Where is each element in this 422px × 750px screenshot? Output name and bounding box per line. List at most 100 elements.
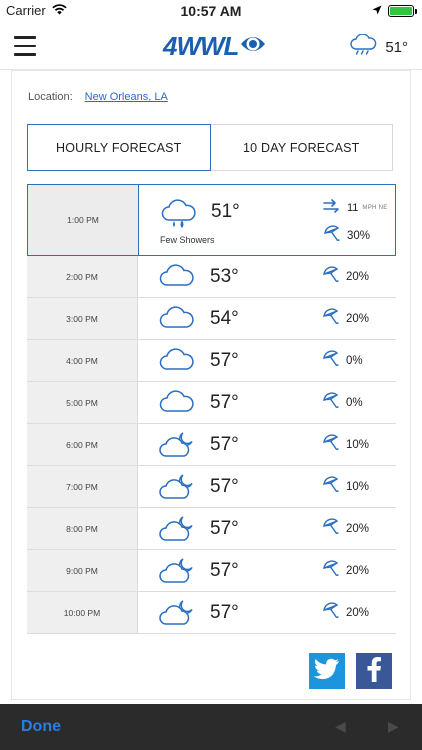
precip-chance: 0% <box>346 354 363 367</box>
cloud-icon <box>159 263 195 294</box>
cloud-moon-icon <box>159 599 195 632</box>
umbrella-icon <box>322 560 340 581</box>
status-right <box>372 3 417 18</box>
tab-hourly-forecast[interactable]: HOURLY FORECAST <box>27 124 211 171</box>
precip-info: 20% <box>322 266 369 287</box>
hourly-row[interactable]: 6:00 PM 57° 10% <box>27 424 396 466</box>
precip-info: 20% <box>322 560 369 581</box>
menu-bar <box>14 53 36 56</box>
hour-temp: 57° <box>210 434 239 455</box>
wind-info: 11 MPH NE <box>323 199 388 216</box>
forecast-card: Location: New Orleans, LA HOURLY FORECAS… <box>11 70 411 700</box>
hourly-row[interactable]: 2:00 PM 53° 20% <box>27 256 396 298</box>
cloud-moon-icon <box>159 515 195 548</box>
status-bar: Carrier 10:57 AM <box>0 0 422 22</box>
facebook-share-button[interactable] <box>356 653 392 689</box>
hour-temp: 57° <box>210 560 239 581</box>
hour-info: 57° 0% <box>138 340 396 381</box>
precip-chance: 20% <box>346 606 370 619</box>
umbrella-icon <box>322 308 340 329</box>
hour-temp: 53° <box>210 266 239 287</box>
hourly-row[interactable]: 1:00 PM 51° Few Showers 11 MPH NE 30% <box>27 184 396 256</box>
hour-info: 57° 0% <box>138 382 396 423</box>
hour-time: 5:00 PM <box>27 382 138 423</box>
hourly-row[interactable]: 7:00 PM 57° 10% <box>27 466 396 508</box>
hour-time: 7:00 PM <box>27 466 138 507</box>
forward-arrow-icon[interactable]: ▶ <box>388 718 399 735</box>
hourly-forecast-table: 1:00 PM 51° Few Showers 11 MPH NE 30% 2:0… <box>27 184 396 634</box>
hour-info: 57° 20% <box>138 592 396 633</box>
hour-temp: 57° <box>210 518 239 539</box>
hour-temp: 57° <box>210 350 239 371</box>
umbrella-icon <box>322 434 340 455</box>
done-button[interactable]: Done <box>21 718 61 736</box>
umbrella-icon <box>322 266 340 287</box>
hourly-row[interactable]: 4:00 PM 57° 0% <box>27 340 396 382</box>
app-header: 4WWL 51° <box>0 22 422 70</box>
bottom-toolbar: Done ◀ ▶ <box>0 704 422 750</box>
umbrella-icon <box>323 225 341 246</box>
hourly-row[interactable]: 10:00 PM 57° 20% <box>27 592 396 634</box>
cloud-moon-icon <box>159 557 195 590</box>
location-row: Location: New Orleans, LA <box>28 91 168 103</box>
header-weather[interactable]: 51° <box>349 33 408 60</box>
precip-info: 20% <box>322 602 369 623</box>
hour-temp: 57° <box>210 602 239 623</box>
hour-temp: 54° <box>210 308 239 329</box>
battery-icon <box>388 4 417 17</box>
cloud-icon <box>159 389 195 420</box>
precip-info: 0% <box>322 350 363 371</box>
umbrella-icon <box>322 392 340 413</box>
precip-chance: 30% <box>347 229 371 242</box>
facebook-icon <box>366 656 382 687</box>
location-link[interactable]: New Orleans, LA <box>85 91 168 103</box>
umbrella-icon <box>322 476 340 497</box>
condition-label: Few Showers <box>160 235 215 245</box>
precip-chance: 10% <box>346 438 370 451</box>
back-arrow-icon[interactable]: ◀ <box>335 718 346 735</box>
menu-button[interactable] <box>14 36 36 56</box>
twitter-icon <box>313 658 340 685</box>
precip-info: 30% <box>323 225 370 246</box>
precip-chance: 20% <box>346 312 370 325</box>
hourly-row[interactable]: 5:00 PM 57° 0% <box>27 382 396 424</box>
wind-unit: MPH NE <box>362 204 388 211</box>
eye-logo-icon <box>240 33 266 60</box>
cloud-rain-icon <box>160 198 200 237</box>
logo-text: 4WWL <box>163 30 239 61</box>
umbrella-icon <box>322 350 340 371</box>
twitter-share-button[interactable] <box>309 653 345 689</box>
station-logo[interactable]: 4WWL <box>163 31 266 61</box>
hour-temp: 57° <box>210 476 239 497</box>
hourly-row[interactable]: 8:00 PM 57° 20% <box>27 508 396 550</box>
umbrella-icon <box>322 518 340 539</box>
precip-info: 20% <box>322 518 369 539</box>
menu-bar <box>14 36 36 39</box>
precip-chance: 20% <box>346 522 370 535</box>
wind-speed: 11 <box>347 201 359 214</box>
precip-info: 20% <box>322 308 369 329</box>
hourly-row[interactable]: 9:00 PM 57° 20% <box>27 550 396 592</box>
cloud-icon <box>159 347 195 378</box>
hour-time: 4:00 PM <box>27 340 138 381</box>
umbrella-icon <box>322 602 340 623</box>
hour-time: 9:00 PM <box>27 550 138 591</box>
hour-time: 10:00 PM <box>27 592 138 633</box>
hour-time: 2:00 PM <box>27 256 138 297</box>
precip-chance: 0% <box>346 396 363 409</box>
hour-temp: 57° <box>210 392 239 413</box>
forecast-tabs: HOURLY FORECAST 10 DAY FORECAST <box>27 124 393 171</box>
hour-time: 1:00 PM <box>28 185 139 255</box>
precip-chance: 20% <box>346 270 370 283</box>
cloud-moon-icon <box>159 431 195 464</box>
hour-info: 53° 20% <box>138 256 396 297</box>
header-temp: 51° <box>385 38 408 56</box>
social-share <box>309 653 392 689</box>
precip-info: 10% <box>322 476 369 497</box>
wind-icon <box>323 199 343 216</box>
hour-time: 3:00 PM <box>27 298 138 339</box>
hourly-row[interactable]: 3:00 PM 54° 20% <box>27 298 396 340</box>
tab-10-day-forecast[interactable]: 10 DAY FORECAST <box>210 124 393 171</box>
hour-info: 57° 20% <box>138 550 396 591</box>
hour-info: 57° 10% <box>138 424 396 465</box>
